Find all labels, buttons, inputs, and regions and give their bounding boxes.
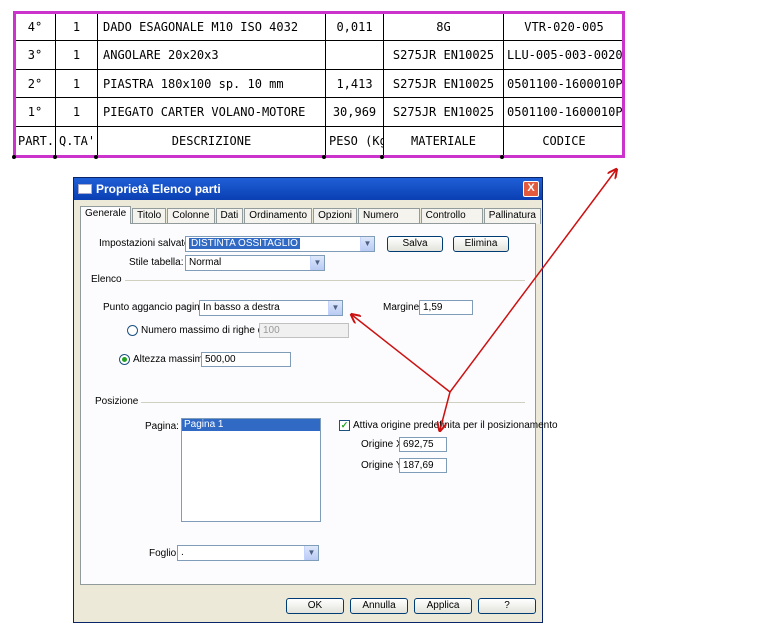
sheet-combo[interactable]: . ▼ xyxy=(177,545,319,561)
material-cell: S275JR EN10025 xyxy=(383,40,504,70)
vertex-dot xyxy=(53,155,57,159)
code-cell: 0501100-1600010P02 xyxy=(503,68,625,99)
table-header-row: PART.Q.TA'DESCRIZIONEPESO (Kg)MATERIALEC… xyxy=(14,125,625,157)
parts-list-properties-dialog: Proprietà Elenco parti X Generale Titolo C… xyxy=(73,177,558,623)
tab-opzioni[interactable]: Opzioni xyxy=(313,208,358,224)
vertex-dot xyxy=(500,155,504,159)
weight-cell: 30,969 xyxy=(325,97,384,127)
header-code-cell: CODICE xyxy=(503,125,625,157)
max-rows-radio[interactable] xyxy=(127,325,138,336)
tab-dati[interactable]: Dati xyxy=(215,208,244,224)
chevron-down-icon[interactable]: ▼ xyxy=(310,256,324,270)
vertex-dot xyxy=(94,155,98,159)
help-button[interactable]: ? xyxy=(478,598,536,614)
apply-button[interactable]: Applica xyxy=(414,598,472,614)
delete-button[interactable]: Elimina xyxy=(453,236,509,252)
page-label: Pagina: xyxy=(145,421,179,432)
qty-cell: 1 xyxy=(55,40,98,70)
ok-button[interactable]: OK xyxy=(286,598,344,614)
part-cell: 2° xyxy=(14,68,56,99)
max-rows-label: Numero massimo di righe dati: xyxy=(141,325,277,336)
qty-cell: 1 xyxy=(55,97,98,127)
margin-label: Margine: xyxy=(383,302,422,313)
tab-colonne[interactable]: Colonne xyxy=(167,208,215,224)
page-listbox[interactable]: Pagina 1 xyxy=(181,418,321,522)
position-group-title: Posizione xyxy=(95,396,142,407)
description-cell: ANGOLARE 20x20x3 xyxy=(97,40,326,70)
table-row: 1° 1 PIEGATO CARTER VOLANO-MOTORE 30,969 S27… xyxy=(14,97,625,127)
header-part-cell: PART. xyxy=(14,125,56,157)
tab-generale[interactable]: Generale xyxy=(80,206,132,224)
tab-numero-oggetto[interactable]: Numero oggetto xyxy=(358,208,420,235)
tab-ordinamento[interactable]: Ordinamento xyxy=(244,208,313,224)
qty-cell: 1 xyxy=(55,11,98,42)
saved-settings-combo[interactable]: DISTINTA OSSITAGLIO ▼ xyxy=(185,236,375,252)
part-cell: 1° xyxy=(14,97,56,127)
saved-settings-value: DISTINTA OSSITAGLIO xyxy=(189,238,300,249)
tab-strip: Generale Titolo Colonne Dati Ordinamento Opzi… xyxy=(80,206,542,235)
chevron-down-icon[interactable]: ▼ xyxy=(304,546,318,560)
anchor-combo[interactable]: In basso a destra ▼ xyxy=(199,300,343,316)
window-icon xyxy=(78,184,92,194)
description-cell: DADO ESAGONALE M10 ISO 4032 xyxy=(97,11,326,42)
origin-x-input[interactable]: 692,75 xyxy=(399,437,447,452)
cancel-button[interactable]: Annulla xyxy=(350,598,408,614)
weight-cell: 0,011 xyxy=(325,11,384,42)
max-height-input[interactable]: 500,00 xyxy=(201,352,291,367)
qty-cell: 1 xyxy=(55,68,98,99)
dialog-title: Proprietà Elenco parti xyxy=(96,182,221,196)
tab-controllo-elenco[interactable]: Controllo elenco xyxy=(420,208,483,235)
list-group-title: Elenco xyxy=(91,274,125,285)
save-button[interactable]: Salva xyxy=(387,236,443,252)
material-cell: S275JR EN10025 xyxy=(383,68,504,99)
table-row: 3° 1 ANGOLARE 20x20x3 S275JR EN10025 LLU-005… xyxy=(14,40,625,70)
margin-input[interactable]: 1,59 xyxy=(419,300,473,315)
parts-table: 4° 1 DADO ESAGONALE M10 ISO 4032 0,011 8G VTR… xyxy=(14,11,625,157)
max-height-radio[interactable] xyxy=(119,354,130,365)
anchor-value: In basso a destra xyxy=(203,302,280,313)
code-cell: LLU-005-003-0020 xyxy=(503,40,625,70)
page-list-item[interactable]: Pagina 1 xyxy=(182,419,320,431)
header-material-cell: MATERIALE xyxy=(383,125,504,157)
code-cell: 0501100-1600010P01 xyxy=(503,97,625,127)
tab-pallinatura[interactable]: Pallinatura xyxy=(483,208,541,224)
description-cell: PIASTRA 180x100 sp. 10 mm xyxy=(97,68,326,99)
part-cell: 3° xyxy=(14,40,56,70)
position-group-divider xyxy=(131,402,525,403)
part-cell: 4° xyxy=(14,11,56,42)
max-height-label: Altezza massima: xyxy=(133,354,212,365)
material-cell: S275JR EN10025 xyxy=(383,97,504,127)
header-weight-cell: PESO (Kg) xyxy=(325,125,384,157)
table-style-value: Normal xyxy=(189,257,222,268)
vertex-dot xyxy=(380,155,384,159)
vertex-dot xyxy=(322,155,326,159)
origin-y-input[interactable]: 187,69 xyxy=(399,458,447,473)
chevron-down-icon[interactable]: ▼ xyxy=(328,301,342,315)
table-style-label: Stile tabella: xyxy=(129,257,184,268)
anchor-label: Punto aggancio pagina: xyxy=(103,302,209,313)
weight-cell xyxy=(325,40,384,70)
tab-panel-general: Impostazioni salvate: DISTINTA OSSITAGLI… xyxy=(80,223,558,585)
max-rows-input[interactable]: 100 xyxy=(259,323,349,338)
chevron-down-icon[interactable]: ▼ xyxy=(360,237,374,251)
weight-cell: 1,413 xyxy=(325,68,384,99)
code-cell: VTR-020-005 xyxy=(503,11,625,42)
sheet-value: . xyxy=(181,547,184,558)
table-row: 4° 1 DADO ESAGONALE M10 ISO 4032 0,011 8G VTR… xyxy=(14,11,625,42)
default-origin-checkbox[interactable]: ✓ xyxy=(339,420,350,431)
list-group-divider xyxy=(121,280,525,281)
table-style-combo[interactable]: Normal ▼ xyxy=(185,255,325,271)
header-qty-cell: Q.TA' xyxy=(55,125,98,157)
close-button[interactable]: X xyxy=(523,181,539,197)
sheet-label: Foglio: xyxy=(149,548,180,559)
vertex-dot xyxy=(12,155,16,159)
tab-titolo[interactable]: Titolo xyxy=(132,208,167,224)
header-description-cell: DESCRIZIONE xyxy=(97,125,326,157)
material-cell: 8G xyxy=(383,11,504,42)
dialog-titlebar[interactable]: Proprietà Elenco parti xyxy=(74,178,542,200)
table-row: 2° 1 PIASTRA 180x100 sp. 10 mm 1,413 S275JR … xyxy=(14,68,625,99)
default-origin-label: Attiva origine predefinita per il posizi… xyxy=(353,420,558,431)
saved-settings-label: Impostazioni salvate: xyxy=(99,238,193,249)
description-cell: PIEGATO CARTER VOLANO-MOTORE xyxy=(97,97,326,127)
